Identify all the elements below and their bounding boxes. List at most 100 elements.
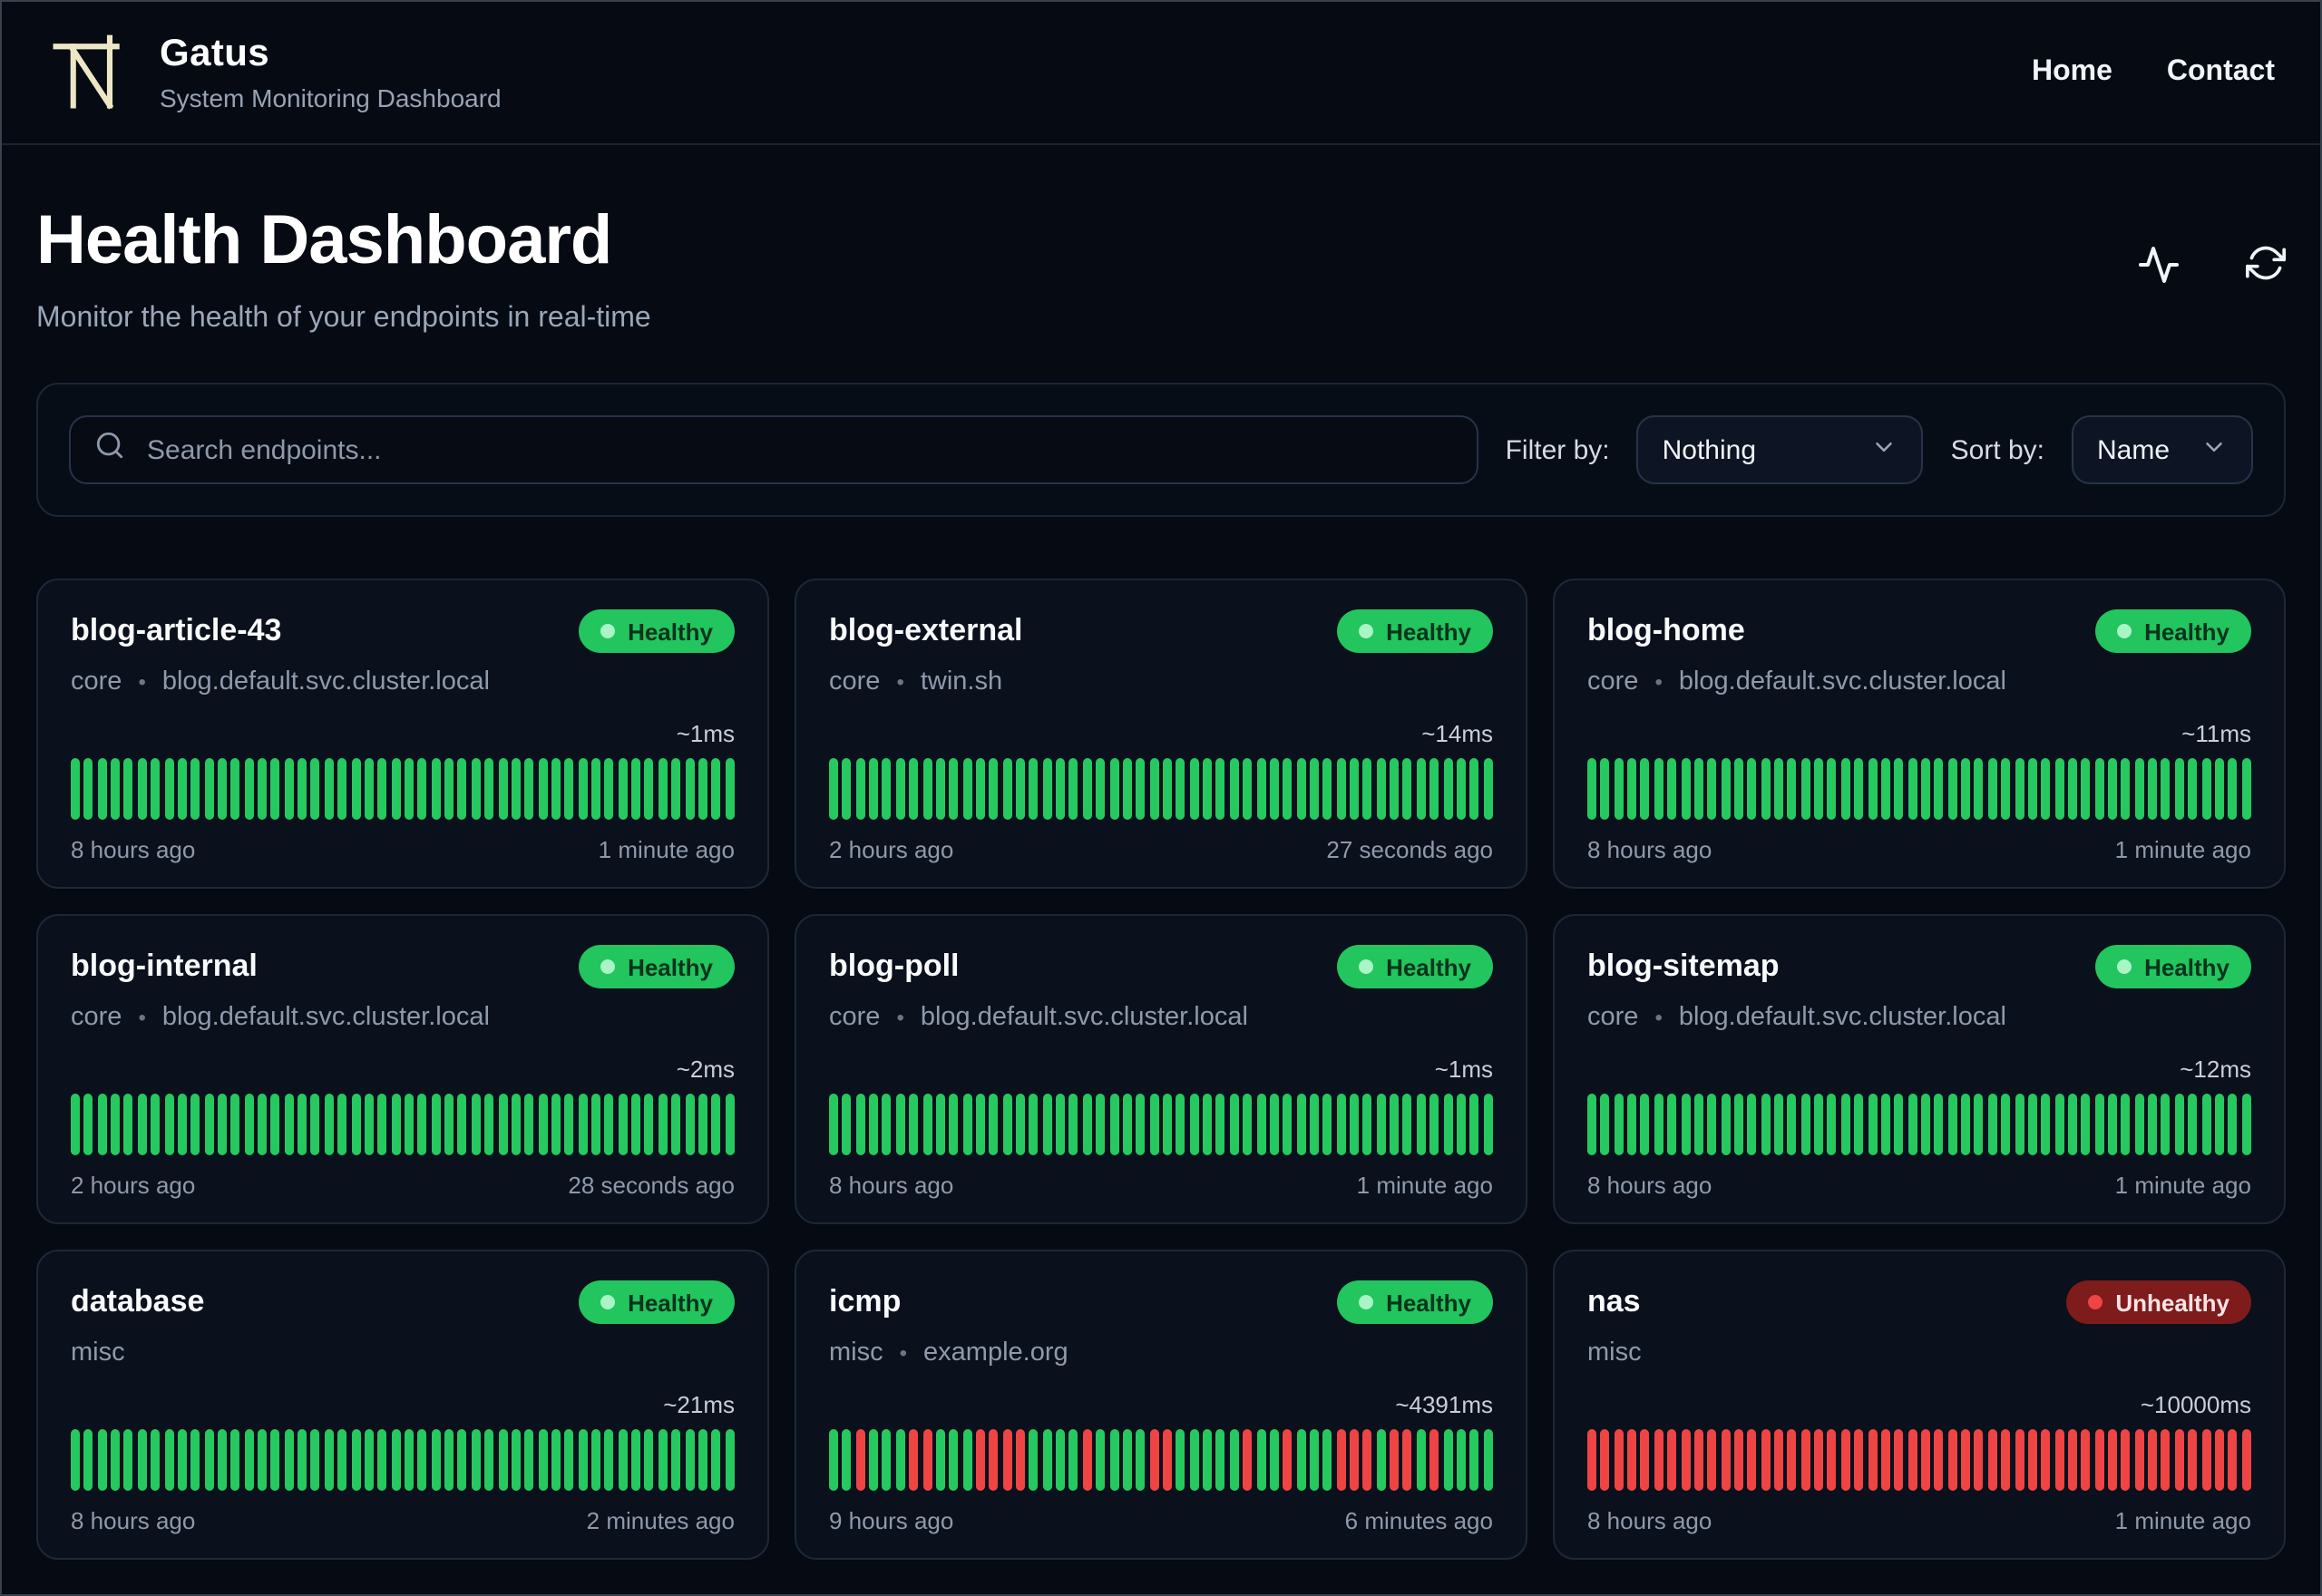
uptime-bar[interactable]	[524, 1094, 534, 1155]
uptime-bar[interactable]	[949, 1429, 959, 1491]
uptime-bar[interactable]	[471, 1094, 481, 1155]
uptime-bar[interactable]	[2027, 1094, 2037, 1155]
uptime-bar[interactable]	[1176, 1094, 1185, 1155]
uptime-bar[interactable]	[83, 1094, 93, 1155]
uptime-bar[interactable]	[2067, 1429, 2077, 1491]
search-input[interactable]	[143, 433, 1453, 467]
uptime-bar[interactable]	[671, 1094, 681, 1155]
uptime-bar[interactable]	[1827, 1094, 1837, 1155]
uptime-bar[interactable]	[351, 758, 361, 820]
uptime-bar[interactable]	[111, 758, 121, 820]
uptime-bar[interactable]	[1456, 758, 1466, 820]
uptime-bar[interactable]	[1920, 1429, 1930, 1491]
uptime-bar[interactable]	[71, 1429, 80, 1491]
uptime-bar[interactable]	[404, 1429, 414, 1491]
uptime-bar[interactable]	[2174, 758, 2184, 820]
uptime-bar[interactable]	[484, 1429, 494, 1491]
uptime-bar[interactable]	[1827, 758, 1837, 820]
uptime-bar[interactable]	[1042, 1094, 1052, 1155]
uptime-bar[interactable]	[310, 758, 320, 820]
uptime-bar[interactable]	[2188, 1094, 2198, 1155]
uptime-bar[interactable]	[511, 758, 521, 820]
uptime-bar[interactable]	[1215, 1429, 1225, 1491]
uptime-bar[interactable]	[83, 1429, 93, 1491]
uptime-bar[interactable]	[2001, 758, 2011, 820]
search-box[interactable]	[69, 415, 1478, 484]
uptime-bar[interactable]	[578, 1429, 588, 1491]
uptime-bar[interactable]	[1029, 1094, 1039, 1155]
uptime-bar[interactable]	[123, 758, 133, 820]
uptime-bar[interactable]	[2054, 1094, 2064, 1155]
uptime-bar[interactable]	[310, 1094, 320, 1155]
uptime-bar[interactable]	[1787, 758, 1797, 820]
uptime-bar[interactable]	[1907, 758, 1917, 820]
uptime-bar[interactable]	[1600, 1094, 1610, 1155]
uptime-bar[interactable]	[1987, 758, 1997, 820]
uptime-bar[interactable]	[1640, 1429, 1650, 1491]
uptime-bar[interactable]	[671, 1429, 681, 1491]
uptime-bar[interactable]	[498, 1094, 507, 1155]
uptime-bar[interactable]	[1667, 1094, 1677, 1155]
uptime-bar[interactable]	[270, 758, 280, 820]
uptime-bar[interactable]	[1907, 1429, 1917, 1491]
uptime-bar[interactable]	[1456, 1429, 1466, 1491]
uptime-bar[interactable]	[1721, 758, 1731, 820]
uptime-bar[interactable]	[1840, 1094, 1850, 1155]
uptime-bar[interactable]	[2054, 1429, 2064, 1491]
uptime-bar[interactable]	[1416, 1094, 1426, 1155]
uptime-bar[interactable]	[644, 1094, 654, 1155]
uptime-bar[interactable]	[1229, 1429, 1239, 1491]
uptime-bar[interactable]	[725, 758, 735, 820]
uptime-bar[interactable]	[1109, 1429, 1119, 1491]
uptime-bar[interactable]	[1203, 758, 1213, 820]
uptime-bar[interactable]	[935, 1429, 945, 1491]
uptime-bar[interactable]	[1469, 1094, 1479, 1155]
uptime-bar[interactable]	[137, 1094, 147, 1155]
uptime-bar[interactable]	[2015, 1429, 2024, 1491]
uptime-bar[interactable]	[1880, 1094, 1890, 1155]
uptime-bar[interactable]	[1654, 1094, 1663, 1155]
uptime-bar[interactable]	[1747, 1429, 1757, 1491]
uptime-bar[interactable]	[164, 1094, 174, 1155]
uptime-bar[interactable]	[1627, 758, 1637, 820]
uptime-bar[interactable]	[1189, 1429, 1199, 1491]
uptime-bar[interactable]	[1974, 1429, 1984, 1491]
uptime-bar[interactable]	[2228, 1429, 2238, 1491]
uptime-bar[interactable]	[935, 758, 945, 820]
uptime-bar[interactable]	[2041, 758, 2051, 820]
uptime-bar[interactable]	[1693, 1094, 1703, 1155]
uptime-bar[interactable]	[1016, 1429, 1026, 1491]
uptime-bar[interactable]	[1296, 1094, 1306, 1155]
uptime-bar[interactable]	[1002, 1429, 1012, 1491]
uptime-bar[interactable]	[1376, 1094, 1386, 1155]
uptime-bar[interactable]	[989, 1429, 999, 1491]
uptime-bar[interactable]	[111, 1094, 121, 1155]
uptime-bar[interactable]	[457, 1429, 467, 1491]
uptime-bar[interactable]	[2148, 758, 2158, 820]
uptime-bar[interactable]	[1800, 1429, 1810, 1491]
uptime-bar[interactable]	[1934, 1094, 1944, 1155]
uptime-bar[interactable]	[377, 1094, 387, 1155]
uptime-bar[interactable]	[1309, 758, 1319, 820]
uptime-bar[interactable]	[1309, 1094, 1319, 1155]
uptime-bar[interactable]	[711, 1094, 721, 1155]
uptime-bar[interactable]	[922, 758, 932, 820]
uptime-bar[interactable]	[1068, 758, 1078, 820]
uptime-bar[interactable]	[2161, 1094, 2171, 1155]
uptime-bar[interactable]	[1350, 758, 1360, 820]
uptime-bar[interactable]	[1827, 1429, 1837, 1491]
uptime-bar[interactable]	[725, 1429, 735, 1491]
uptime-bar[interactable]	[1429, 758, 1439, 820]
uptime-bar[interactable]	[1667, 758, 1677, 820]
uptime-bar[interactable]	[1269, 758, 1279, 820]
uptime-bar[interactable]	[524, 1429, 534, 1491]
uptime-bar[interactable]	[1747, 758, 1757, 820]
uptime-bar[interactable]	[364, 1429, 374, 1491]
uptime-bar[interactable]	[1761, 758, 1771, 820]
uptime-bar[interactable]	[962, 1094, 972, 1155]
uptime-bar[interactable]	[1640, 1094, 1650, 1155]
uptime-bar[interactable]	[484, 758, 494, 820]
uptime-bar[interactable]	[1761, 1094, 1771, 1155]
uptime-bar[interactable]	[962, 1429, 972, 1491]
uptime-bar[interactable]	[444, 758, 454, 820]
